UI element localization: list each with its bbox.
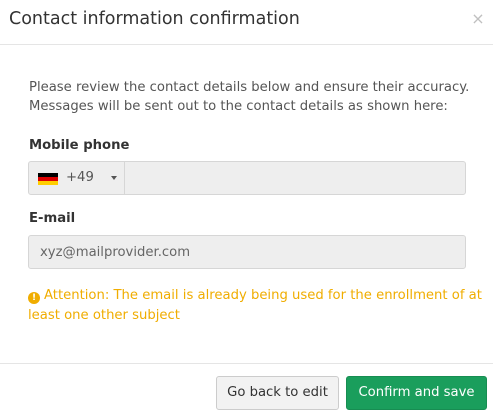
caret-down-icon <box>111 176 117 180</box>
contact-confirmation-dialog: Contact information confirmation × Pleas… <box>0 0 493 418</box>
intro-text: Please review the contact details below … <box>29 78 479 116</box>
dialog-title: Contact information confirmation <box>9 9 300 29</box>
email-label: E-mail <box>29 211 76 226</box>
dialog-header: Contact information confirmation × <box>0 0 493 45</box>
warning-line-2: least one other subject <box>28 308 180 323</box>
close-icon[interactable]: × <box>470 10 486 28</box>
warning-line-1: ! Attention: The email is already being u… <box>28 286 482 306</box>
mobile-phone-input[interactable] <box>126 162 465 194</box>
dialog-footer: Go back to edit Confirm and save <box>0 363 493 418</box>
warning-icon: ! <box>28 292 40 304</box>
dial-code: +49 <box>66 170 94 185</box>
intro-line-2: Messages will be sent out to the contact… <box>29 99 448 114</box>
email-warning: ! Attention: The email is already being u… <box>28 286 482 326</box>
mobile-phone-label: Mobile phone <box>29 138 130 153</box>
warning-text-1: Attention: The email is already being us… <box>44 288 482 303</box>
germany-flag-icon <box>38 173 58 185</box>
mobile-phone-field: +49 <box>28 161 466 195</box>
email-input[interactable] <box>28 235 466 269</box>
country-code-select[interactable]: +49 <box>29 162 125 194</box>
go-back-button[interactable]: Go back to edit <box>216 376 339 410</box>
confirm-save-button[interactable]: Confirm and save <box>346 376 487 410</box>
intro-line-1: Please review the contact details below … <box>29 80 470 95</box>
